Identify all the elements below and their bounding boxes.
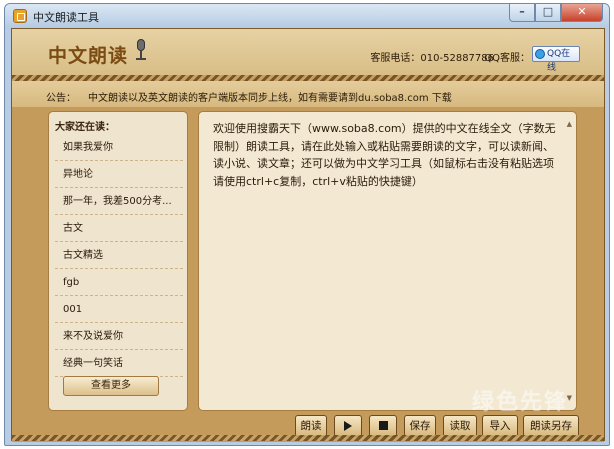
header: 中文朗读 客服电话：010-52887786 QQ客服： QQ在线 <box>12 29 604 75</box>
reading-list: 如果我爱你 异地论 那一年，我差500分考... 古文 古文精选 fgb 001… <box>55 134 183 377</box>
list-item[interactable]: 古文精选 <box>55 242 183 269</box>
window-controls: – □ ✕ <box>509 4 603 22</box>
watermark: 绿色先锋 <box>472 390 569 415</box>
app-logo: 中文朗读 <box>48 45 129 67</box>
list-item[interactable]: 经典一句笑话 <box>55 350 183 377</box>
qq-status: QQ在线 <box>547 49 571 73</box>
play-button[interactable] <box>334 415 362 437</box>
microphone-icon <box>136 39 146 61</box>
title-bar[interactable]: 中文朗读工具 – □ ✕ <box>5 4 609 28</box>
notice-bar: 公告： 中文朗读以及英文朗读的客户端版本同步上线，如有需要请到du.soba8.… <box>12 81 604 107</box>
list-item[interactable]: 那一年，我差500分考... <box>55 188 183 215</box>
list-item[interactable]: 异地论 <box>55 161 183 188</box>
save-audio-as-button[interactable]: 朗读另存 <box>523 415 579 437</box>
stop-icon <box>378 421 388 430</box>
maximize-icon: □ <box>542 5 554 18</box>
close-icon: ✕ <box>577 5 587 18</box>
reading-list-panel: 大家还在读： 如果我爱你 异地论 那一年，我差500分考... 古文 古文精选 … <box>48 111 188 411</box>
text-editor[interactable]: 欢迎使用搜霸天下（www.soba8.com）提供的中文在线全文（字数无限制）朗… <box>198 111 577 411</box>
maximize-button[interactable]: □ <box>535 4 561 22</box>
close-button[interactable]: ✕ <box>561 4 603 22</box>
scroll-up-icon[interactable]: ▲ <box>567 120 572 128</box>
import-button[interactable]: 导入 <box>482 415 518 437</box>
list-item[interactable]: fgb <box>55 269 183 296</box>
app-body: 中文朗读 客服电话：010-52887786 QQ客服： QQ在线 公告： 中文… <box>11 28 605 442</box>
save-button[interactable]: 保存 <box>404 415 436 437</box>
read-aloud-button[interactable]: 朗读 <box>295 415 327 437</box>
window-title: 中文朗读工具 <box>33 11 99 24</box>
load-button[interactable]: 读取 <box>443 415 477 437</box>
qq-service-label: QQ客服： <box>484 53 530 64</box>
list-item[interactable]: 来不及说爱你 <box>55 323 183 350</box>
app-window: 中文朗读工具 – □ ✕ 中文朗读 客服电话：010-52887786 QQ客服… <box>4 3 610 446</box>
qq-icon <box>535 49 545 59</box>
notice-label: 公告： <box>46 93 76 104</box>
play-icon <box>344 421 352 431</box>
editor-text[interactable]: 欢迎使用搜霸天下（www.soba8.com）提供的中文在线全文（字数无限制）朗… <box>213 120 558 190</box>
minimize-icon: – <box>519 5 525 18</box>
reading-list-title: 大家还在读： <box>55 122 115 133</box>
service-phone: 客服电话：010-52887786 <box>370 53 494 64</box>
see-more-button[interactable]: 查看更多 <box>63 376 159 396</box>
list-item[interactable]: 古文 <box>55 215 183 242</box>
list-item[interactable]: 如果我爱你 <box>55 134 183 161</box>
app-icon <box>13 9 27 23</box>
bottom-stitch <box>12 435 604 441</box>
notice-text: 中文朗读以及英文朗读的客户端版本同步上线，如有需要请到du.soba8.com … <box>88 93 452 104</box>
qq-online-button[interactable]: QQ在线 <box>532 46 580 73</box>
minimize-button[interactable]: – <box>509 4 535 22</box>
stop-button[interactable] <box>369 415 397 437</box>
list-item[interactable]: 001 <box>55 296 183 323</box>
